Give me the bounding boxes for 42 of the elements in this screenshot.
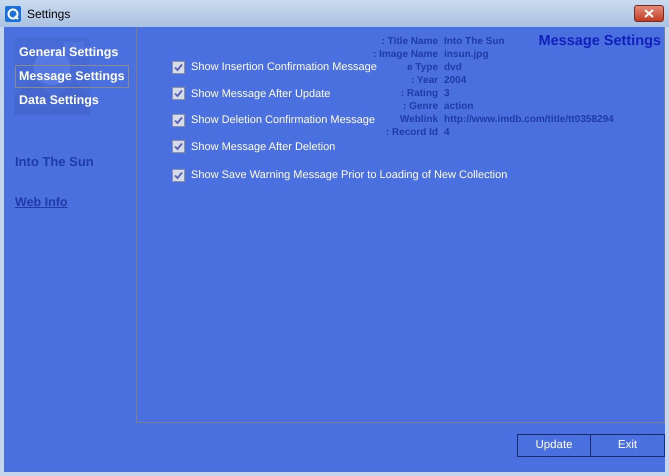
field-value: 2004 [444,74,466,87]
field-label: Weblink [400,113,438,126]
checkbox[interactable] [172,114,185,127]
panel-heading: Message Settings [538,32,661,51]
sidebar-item[interactable]: General Settings [15,41,122,64]
field-label: : Record Id [386,126,438,139]
checkmark-icon [174,170,183,180]
movie-title: Into The Sun [15,153,94,172]
checkbox[interactable] [172,87,185,100]
checkbox[interactable] [172,60,185,74]
sidebar-item[interactable]: Data Settings [15,88,103,112]
field-label: : Genre [403,100,438,113]
field-label: : Image Name [373,48,438,61]
update-button[interactable]: Update [517,434,591,457]
checkmark-icon [174,62,183,72]
checkmark-icon [174,142,183,152]
field-value: 3 [444,87,450,100]
field-value: insun.jpg [444,48,488,61]
close-icon [644,9,654,18]
checkmark-icon [174,89,183,98]
checkbox[interactable] [172,140,185,154]
field-label: : Year [410,74,438,87]
field-label: e Type [407,61,438,74]
field-label: : Title Name [382,35,438,48]
field-label: : Rating [400,87,438,100]
field-value: action [444,100,474,113]
exit-button[interactable]: Exit [591,434,665,457]
field-value: http://www.imdb.com/title/tt0358294 [444,113,614,126]
checkbox[interactable] [172,168,185,182]
app-icon [5,6,21,22]
sidebar-item[interactable]: Message Settings [15,64,129,88]
field-value: 4 [444,126,450,139]
option-label: Show Message After Update [191,86,330,102]
option-label: Show Save Warning Message Prior to Loading of New Collection [191,168,508,183]
checkmark-icon [174,116,183,125]
window-title: Settings [27,6,70,22]
close-button[interactable] [634,5,664,22]
option-label: Show Message After Deletion [191,140,336,154]
option-label: Show Deletion Confirmation Message [191,113,376,128]
option-label: Show Insertion Confirmation Message [191,60,377,75]
field-value: Into The Sun [444,35,505,48]
field-value: dvd [444,61,462,74]
